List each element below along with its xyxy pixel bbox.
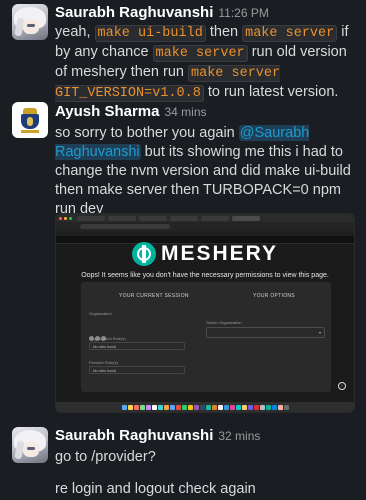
author-name[interactable]: Saurabh Raghuvanshi [55,4,213,21]
saurabh-avatar[interactable] [12,427,48,463]
message-body: yeah, make ui-build then make server if … [55,23,355,103]
saurabh-avatar[interactable] [12,4,48,40]
switch-org-label: Switch Organization [206,320,242,325]
info-icon: i [338,382,346,390]
message-author[interactable]: Saurabh Raghuvanshi 11:26 PM [55,4,269,21]
permission-error-text: Oops! It seems like you don't have the n… [81,272,329,279]
text: to run latest version. [203,84,339,100]
text: then [205,24,243,40]
message-author[interactable]: Ayush Sharma 34 mins [55,103,207,120]
provider-roles-label: Provider Role(s) [89,360,118,365]
org-roles-box: No roles found [89,342,185,350]
message-timestamp[interactable]: 32 mins [218,429,260,443]
session-panel: YOUR CURRENT SESSION YOUR OPTIONS Organi… [81,282,331,392]
org-roles-label: Organization Role(s) [89,336,126,341]
logo-text: MESHERY [160,242,279,265]
text: yeah, [55,24,95,40]
chevron-down-icon: ▾ [318,330,321,335]
no-roles-text: No roles found [93,369,116,373]
message-body: so sorry to bother you again @Saurabh Ra… [55,124,355,219]
macos-dock [56,402,354,412]
author-name[interactable]: Saurabh Raghuvanshi [55,427,213,444]
meshery-logo: MESHERY [56,242,354,266]
text: so sorry to bother you again [55,125,239,141]
message-timestamp[interactable]: 11:26 PM [218,6,268,20]
author-name[interactable]: Ayush Sharma [55,103,159,120]
image-attachment[interactable]: MESHERY Oops! It seems like you don't ha… [55,213,355,413]
current-session-title: YOUR CURRENT SESSION [119,293,189,299]
your-options-title: YOUR OPTIONS [253,293,295,299]
provider-roles-box: No roles found [89,366,185,374]
meshery-logo-icon [131,242,156,266]
message-author[interactable]: Saurabh Raghuvanshi 32 mins [55,427,260,444]
inline-code: make ui-build [94,25,206,42]
browser-address-bar [56,222,354,231]
switch-organization-select: ▾ [206,327,325,338]
browser-tab-bar [56,214,354,222]
message-line: go to /provider? [55,449,156,465]
no-roles-text: No roles found [93,345,116,349]
ayush-avatar[interactable] [12,102,48,138]
message-line: re login and logout check again [55,481,256,497]
message-timestamp[interactable]: 34 mins [164,105,206,119]
organization-label: Organization [89,311,112,316]
inline-code: make server [242,25,338,42]
inline-code: make server [152,45,248,62]
